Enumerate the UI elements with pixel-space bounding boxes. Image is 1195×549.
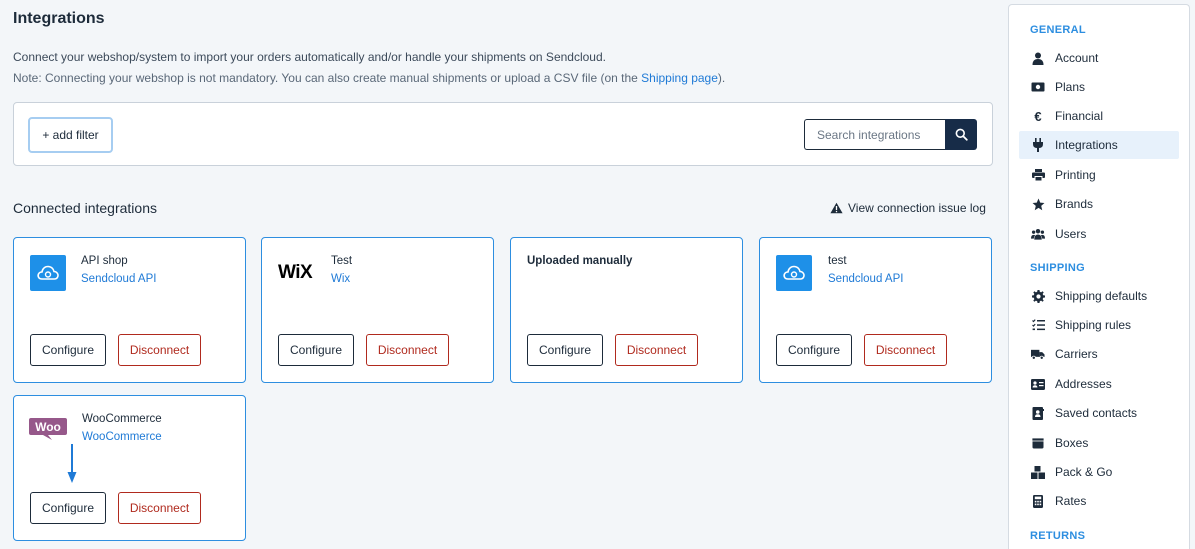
sidebar-item-rates[interactable]: Rates — [1019, 487, 1179, 515]
integration-card-api-shop: API shop Sendcloud API Configure Disconn… — [13, 237, 246, 383]
sidebar-item-printing[interactable]: Printing — [1019, 161, 1179, 189]
integration-card-woocommerce: Woo WooCommerce WooCommerce Configure Di… — [13, 395, 246, 541]
sidebar-item-label: Account — [1055, 51, 1099, 65]
gear-icon — [1031, 289, 1045, 303]
sidebar-item-pack-and-go[interactable]: Pack & Go — [1019, 458, 1179, 486]
box-icon — [1031, 436, 1045, 450]
users-icon — [1031, 227, 1045, 241]
sendcloud-cloud-icon — [776, 255, 812, 291]
woo-logo-text: Woo — [35, 420, 61, 434]
disconnect-button[interactable]: Disconnect — [118, 492, 201, 524]
list-check-icon — [1031, 318, 1045, 332]
sidebar-item-addresses[interactable]: Addresses — [1019, 370, 1179, 398]
sidebar-heading-returns: RETURNS — [1030, 530, 1086, 542]
sidebar-item-boxes[interactable]: Boxes — [1019, 429, 1179, 457]
main-content: Integrations Connect your webshop/system… — [0, 0, 1005, 549]
configure-button[interactable]: Configure — [30, 492, 106, 524]
sidebar-item-carriers[interactable]: Carriers — [1019, 340, 1179, 368]
sidebar-item-label: Financial — [1055, 109, 1104, 123]
connected-integrations-title: Connected integrations — [13, 200, 157, 216]
sidebar-item-users[interactable]: Users — [1019, 220, 1179, 248]
sidebar-item-label: Plans — [1055, 80, 1086, 94]
user-icon — [1031, 51, 1045, 65]
calculator-icon — [1031, 494, 1045, 508]
page-description: Connect your webshop/system to import yo… — [13, 50, 606, 64]
sidebar-item-account[interactable]: Account — [1019, 44, 1179, 72]
sidebar-item-plans[interactable]: Plans — [1019, 73, 1179, 101]
integration-type: Sendcloud API — [828, 273, 904, 285]
sidebar-item-saved-contacts[interactable]: Saved contacts — [1019, 399, 1179, 427]
wix-logo: WiX — [278, 262, 313, 283]
add-filter-button[interactable]: + add filter — [28, 117, 113, 153]
page-note: Note: Connecting your webshop is not man… — [13, 71, 725, 85]
issue-log-label: View connection issue log — [848, 201, 986, 215]
integration-type: Sendcloud API — [81, 273, 157, 285]
note-suffix: ). — [717, 71, 726, 85]
sidebar-item-label: Users — [1055, 227, 1087, 241]
sidebar-item-brands[interactable]: Brands — [1019, 190, 1179, 218]
sidebar-heading-shipping: SHIPPING — [1030, 262, 1085, 274]
sidebar-item-shipping-rules[interactable]: Shipping rules — [1019, 311, 1179, 339]
filter-bar: + add filter — [13, 102, 993, 166]
pointer-arrow-icon — [67, 444, 77, 483]
configure-button[interactable]: Configure — [527, 334, 603, 366]
page-title: Integrations — [13, 10, 105, 27]
note-prefix: Note: Connecting your webshop is not man… — [13, 71, 642, 85]
sidebar-heading-general: GENERAL — [1030, 24, 1086, 36]
integration-name: Test — [331, 255, 353, 267]
euro-icon: € — [1034, 108, 1042, 124]
disconnect-button[interactable]: Disconnect — [615, 334, 698, 366]
sendcloud-cloud-icon — [30, 255, 66, 291]
sidebar-item-label: Brands — [1055, 197, 1094, 211]
sidebar-item-shipping-defaults[interactable]: Shipping defaults — [1019, 282, 1179, 310]
boxes-icon — [1031, 465, 1045, 479]
configure-button[interactable]: Configure — [776, 334, 852, 366]
sidebar-item-label: Pack & Go — [1055, 465, 1113, 479]
integration-name: API shop — [81, 255, 128, 267]
warning-icon — [830, 202, 843, 214]
integration-name: Uploaded manually — [527, 255, 633, 267]
sidebar-item-label: Shipping defaults — [1055, 289, 1148, 303]
sidebar-item-label: Printing — [1055, 168, 1096, 182]
disconnect-button[interactable]: Disconnect — [366, 334, 449, 366]
disconnect-button[interactable]: Disconnect — [864, 334, 947, 366]
integration-card-test-wix: WiX Test Wix Configure Disconnect — [261, 237, 494, 383]
woocommerce-logo: Woo — [28, 417, 68, 441]
truck-icon — [1031, 347, 1045, 361]
sidebar-item-label: Boxes — [1055, 436, 1089, 450]
sidebar-item-financial[interactable]: € Financial — [1019, 102, 1179, 130]
sidebar-item-integrations[interactable]: Integrations — [1019, 131, 1179, 159]
plug-icon — [1031, 138, 1045, 152]
sidebar-item-label: Integrations — [1055, 138, 1118, 152]
settings-sidebar: GENERAL Account Plans € Financial Integr… — [1008, 4, 1190, 549]
sidebar-item-label: Rates — [1055, 494, 1087, 508]
integration-card-uploaded-manually: Uploaded manually Configure Disconnect — [510, 237, 743, 383]
view-issue-log-link[interactable]: View connection issue log — [830, 201, 986, 215]
search-icon — [955, 128, 968, 141]
integration-type: WooCommerce — [82, 431, 162, 443]
money-icon — [1031, 80, 1045, 94]
sidebar-item-label: Addresses — [1055, 377, 1112, 391]
search-button[interactable] — [945, 119, 977, 150]
star-icon — [1031, 197, 1045, 211]
integration-name: WooCommerce — [82, 413, 162, 425]
search-box — [804, 119, 977, 150]
sidebar-item-label: Shipping rules — [1055, 318, 1132, 332]
sidebar-item-label: Saved contacts — [1055, 406, 1138, 420]
search-input[interactable] — [804, 119, 945, 150]
sidebar-item-label: Carriers — [1055, 347, 1098, 361]
disconnect-button[interactable]: Disconnect — [118, 334, 201, 366]
configure-button[interactable]: Configure — [30, 334, 106, 366]
integration-type: Wix — [331, 273, 351, 285]
printer-icon — [1031, 168, 1045, 182]
address-card-icon — [1031, 377, 1045, 391]
shipping-page-link[interactable]: Shipping page — [641, 71, 718, 85]
contact-book-icon — [1031, 406, 1045, 420]
configure-button[interactable]: Configure — [278, 334, 354, 366]
integration-name: test — [828, 255, 847, 267]
integration-card-test-api: test Sendcloud API Configure Disconnect — [759, 237, 992, 383]
